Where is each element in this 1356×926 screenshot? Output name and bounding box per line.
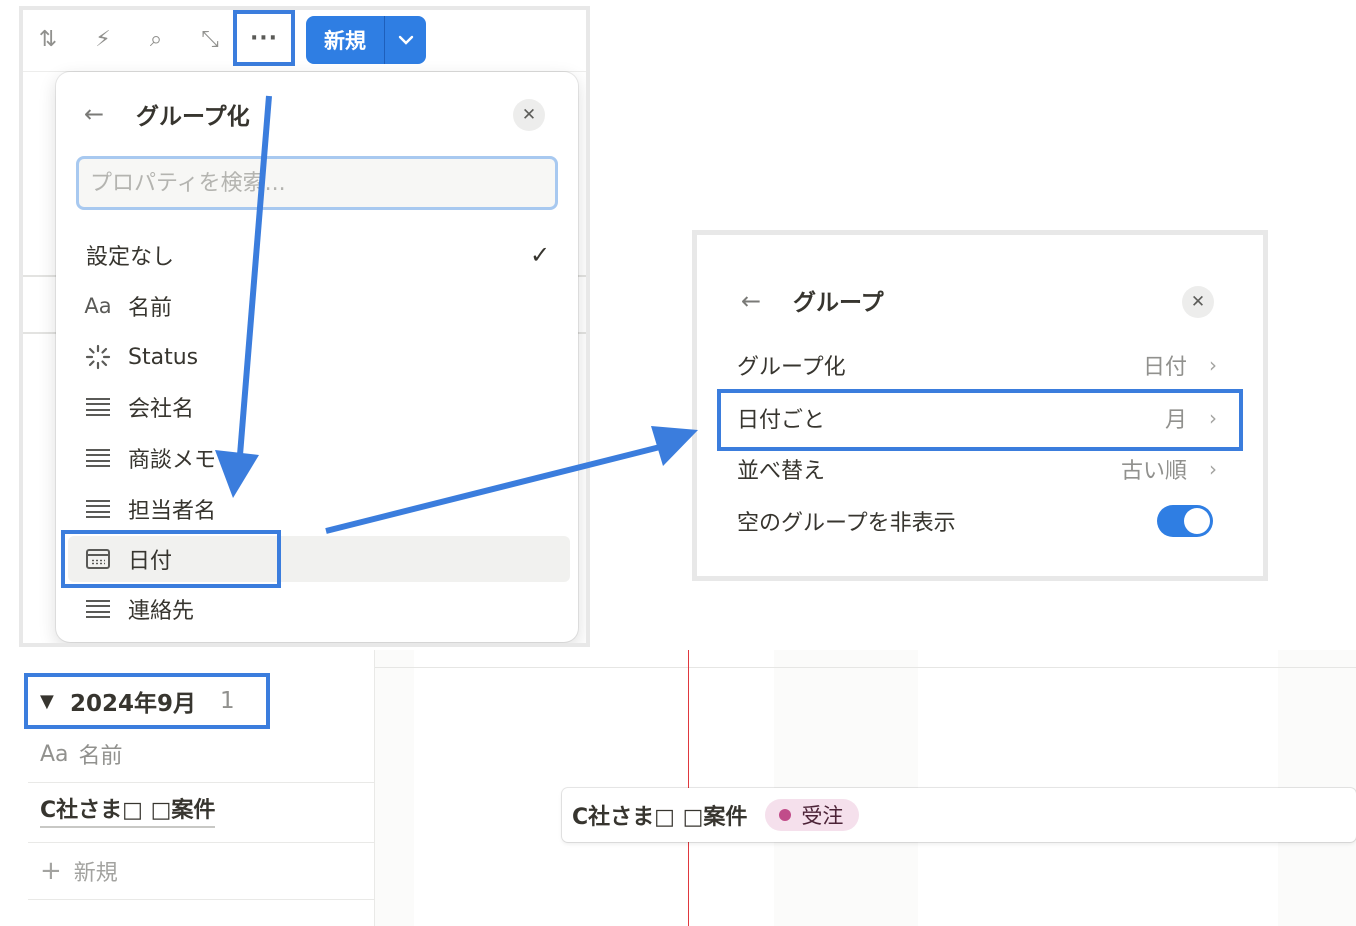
chevron-right-icon: › bbox=[1209, 353, 1217, 377]
sort-icon[interactable]: ⇅ bbox=[33, 24, 63, 54]
group-settings-screenshot: ← グループ ✕ グループ化 日付 › 日付ごと 月 › 並べ替え 古い順 › … bbox=[692, 230, 1268, 581]
add-new-row-button[interactable]: + 新規 bbox=[28, 852, 374, 890]
database-toolbar: ⇅ ⚡ ⌕ ⤡ ··· 新規 bbox=[23, 10, 586, 72]
menu-item-label: 連絡先 bbox=[128, 599, 195, 624]
name-column-header: Aa 名前 bbox=[28, 737, 374, 771]
sort-row[interactable]: 並べ替え 古い順 › bbox=[737, 446, 1217, 492]
row-value: 日付 bbox=[1142, 355, 1187, 380]
timeline-card[interactable]: C社さま□ □案件 受注 bbox=[562, 788, 1356, 842]
text-lines-icon bbox=[68, 398, 128, 416]
table-row[interactable]: C社さま□ □案件 bbox=[28, 792, 374, 832]
menu-title: グループ化 bbox=[136, 104, 250, 130]
menu-item-company[interactable]: 会社名 bbox=[68, 384, 570, 430]
lightning-icon[interactable]: ⚡ bbox=[88, 24, 118, 54]
sidebar-divider bbox=[374, 650, 375, 926]
date-by-highlight-box bbox=[717, 389, 1243, 451]
group-title: 2024年9月 bbox=[70, 691, 197, 717]
back-arrow-icon[interactable]: ← bbox=[741, 287, 761, 315]
hide-empty-toggle[interactable] bbox=[1157, 505, 1213, 537]
row-title[interactable]: C社さま□ □案件 bbox=[40, 796, 216, 828]
property-search-input[interactable] bbox=[76, 156, 558, 210]
check-icon: ✓ bbox=[530, 241, 551, 269]
new-button[interactable]: 新規 bbox=[306, 16, 426, 64]
column-label: 名前 bbox=[78, 744, 123, 769]
close-icon[interactable]: ✕ bbox=[1182, 286, 1214, 318]
text-lines-icon bbox=[68, 500, 128, 518]
status-dot-icon bbox=[779, 809, 792, 821]
back-arrow-icon[interactable]: ← bbox=[84, 100, 104, 128]
row-divider bbox=[28, 899, 374, 900]
menu-item-label: Status bbox=[128, 344, 199, 370]
menu-item-contact[interactable]: 連絡先 bbox=[68, 586, 570, 632]
panel-title: グループ bbox=[793, 290, 884, 316]
menu-item-person[interactable]: 担当者名 bbox=[68, 486, 570, 532]
group-header[interactable]: ▼ 2024年9月 1 bbox=[24, 673, 270, 729]
group-by-row[interactable]: グループ化 日付 › bbox=[737, 342, 1217, 388]
row-label: 並べ替え bbox=[737, 459, 826, 484]
status-icon bbox=[68, 344, 128, 370]
card-title: C社さま□ □案件 bbox=[572, 805, 748, 830]
add-label: 新規 bbox=[73, 861, 118, 886]
status-badge: 受注 bbox=[765, 799, 860, 831]
more-icon: ··· bbox=[249, 25, 279, 51]
timeline-header-divider bbox=[375, 667, 1356, 668]
hide-empty-groups-row: 空のグループを非表示 bbox=[737, 498, 1217, 544]
menu-item-none[interactable]: 設定なし ✓ bbox=[68, 232, 570, 278]
more-options-button[interactable]: ··· bbox=[233, 10, 295, 66]
menu-item-name[interactable]: Aa 名前 bbox=[68, 283, 570, 329]
menu-item-label: 会社名 bbox=[128, 397, 195, 422]
row-label: グループ化 bbox=[737, 355, 846, 380]
new-button-label: 新規 bbox=[324, 29, 366, 53]
chevron-right-icon: › bbox=[1209, 457, 1217, 481]
row-divider bbox=[28, 782, 374, 783]
expand-icon[interactable]: ⤡ bbox=[195, 24, 225, 54]
menu-item-label: 商談メモ bbox=[128, 448, 217, 473]
close-icon[interactable]: ✕ bbox=[513, 99, 545, 131]
row-label: 空のグループを非表示 bbox=[737, 511, 956, 536]
new-dropdown-chevron-icon[interactable] bbox=[385, 34, 426, 46]
search-icon[interactable]: ⌕ bbox=[141, 24, 171, 54]
row-divider bbox=[28, 842, 374, 843]
status-label: 受注 bbox=[801, 804, 844, 828]
text-lines-icon bbox=[68, 449, 128, 467]
menu-item-label: 名前 bbox=[128, 296, 173, 321]
menu-item-label: 担当者名 bbox=[128, 499, 217, 524]
date-item-highlight-box bbox=[61, 530, 281, 588]
group-menu-screenshot: ⇅ ⚡ ⌕ ⤡ ··· 新規 ← グループ化 ✕ 設定なし ✓ Aa 名前 bbox=[19, 6, 590, 647]
text-type-icon: Aa bbox=[40, 741, 69, 767]
text-type-icon: Aa bbox=[84, 294, 112, 318]
plus-icon: + bbox=[40, 856, 62, 886]
menu-item-status[interactable]: Status bbox=[68, 334, 570, 380]
text-lines-icon bbox=[68, 600, 128, 618]
group-count: 1 bbox=[220, 688, 235, 714]
menu-item-meeting-notes[interactable]: 商談メモ bbox=[68, 435, 570, 481]
menu-item-label: 設定なし bbox=[86, 245, 175, 270]
row-value: 古い順 bbox=[1120, 459, 1187, 484]
collapse-triangle-icon[interactable]: ▼ bbox=[40, 691, 70, 712]
